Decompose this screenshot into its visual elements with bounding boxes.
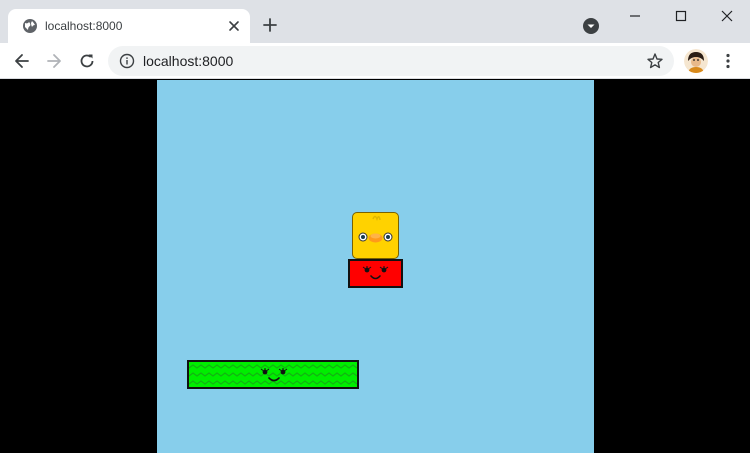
kebab-menu-icon[interactable]: [718, 51, 738, 71]
browser-toolbar: localhost:8000: [0, 43, 750, 79]
forward-arrow-icon[interactable]: [44, 51, 64, 71]
tab-strip: localhost:8000: [0, 0, 750, 43]
address-bar[interactable]: localhost:8000: [108, 46, 674, 76]
bookmark-star-icon[interactable]: [646, 52, 664, 70]
minimize-icon[interactable]: [620, 6, 650, 26]
tab-close-icon[interactable]: [226, 18, 242, 34]
close-icon[interactable]: [712, 6, 742, 26]
zigzag-pattern-icon: [189, 364, 357, 385]
maximize-icon[interactable]: [666, 6, 696, 26]
browser-window: localhost:8000 localhost:8000: [0, 0, 750, 453]
tab-title: localhost:8000: [45, 19, 123, 33]
new-tab-plus-icon[interactable]: [260, 15, 280, 35]
page-viewport: [0, 80, 750, 453]
profile-avatar-icon[interactable]: [684, 49, 708, 73]
reload-icon[interactable]: [77, 51, 97, 71]
duck-face-icon: [358, 215, 393, 243]
address-url: localhost:8000: [143, 53, 234, 69]
red-block: [348, 259, 403, 288]
game-canvas[interactable]: [157, 80, 594, 453]
back-arrow-icon[interactable]: [12, 51, 32, 71]
smiling-face-icon: [362, 266, 389, 280]
browser-tab[interactable]: localhost:8000: [8, 9, 250, 43]
globe-icon: [23, 19, 37, 33]
player-duck-block: [352, 212, 399, 259]
info-icon[interactable]: [119, 53, 135, 69]
tab-search-dropdown-icon[interactable]: [582, 17, 600, 35]
green-block: [187, 360, 359, 389]
